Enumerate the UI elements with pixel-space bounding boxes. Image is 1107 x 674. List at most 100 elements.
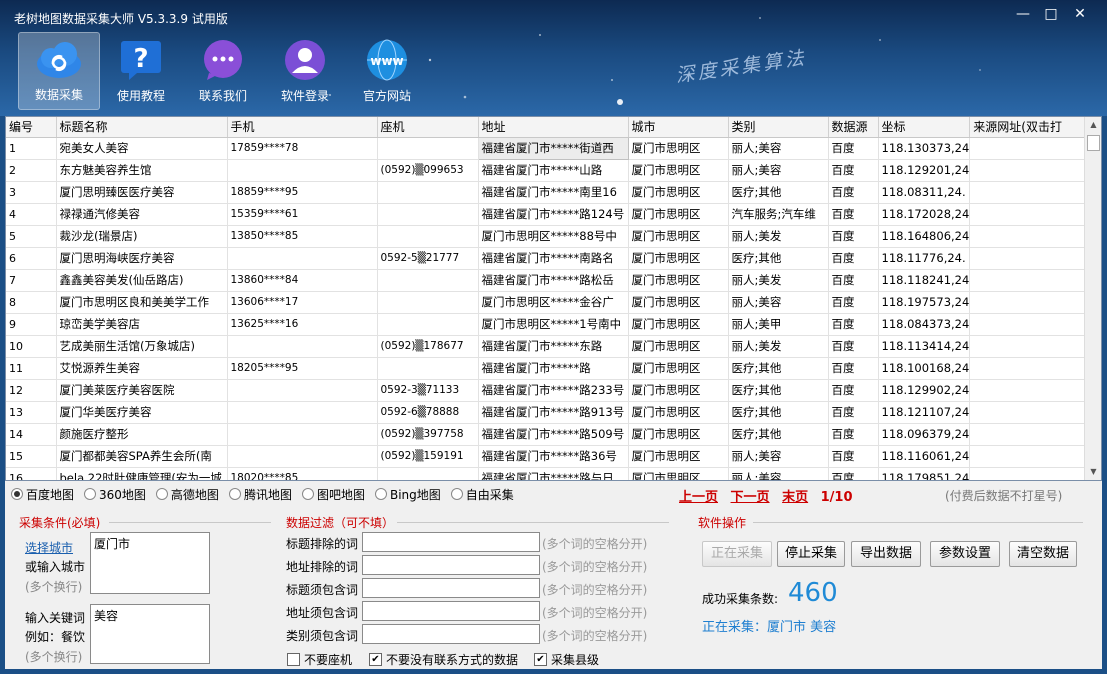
table-cell[interactable]: 15359****61 (227, 203, 378, 226)
filter-input[interactable] (362, 532, 540, 552)
table-cell[interactable]: bela 22时肚健康管理(安为一城 (56, 467, 228, 480)
table-cell[interactable]: 医疗;其他 (728, 357, 829, 380)
table-cell[interactable]: 福建省厦门市*****路松岳 (478, 269, 629, 292)
checkbox-icon[interactable] (287, 653, 300, 666)
table-cell[interactable]: 0592-5▒21777 (377, 247, 479, 270)
table-cell[interactable]: 厦门美莱医疗美容医院 (56, 379, 228, 402)
table-cell[interactable] (969, 203, 1099, 226)
table-cell[interactable]: 13625****16 (227, 313, 378, 336)
table-cell[interactable] (377, 291, 479, 314)
map-source-radio[interactable]: 360地图 (84, 486, 146, 503)
table-cell[interactable]: 13850****85 (227, 225, 378, 248)
table-cell[interactable]: 福建省厦门市*****路233号 (478, 379, 629, 402)
toolbar-item-data-collect[interactable]: 数据采集 (18, 32, 100, 110)
table-cell[interactable]: 丽人;美发 (728, 335, 829, 358)
table-cell[interactable]: 118.121107,24 (878, 401, 971, 424)
radio-dot-icon[interactable] (450, 488, 463, 500)
table-cell[interactable] (969, 291, 1099, 314)
toolbar-item-tutorial[interactable]: ? 使用教程 (100, 32, 182, 110)
table-cell[interactable]: (0592)▒099653 (377, 159, 479, 182)
table-cell[interactable]: 厦门市思明区 (628, 423, 729, 446)
table-cell[interactable]: 丽人;美容 (728, 291, 829, 314)
table-cell[interactable]: 百度 (828, 313, 879, 336)
map-source-radio[interactable]: 高德地图 (155, 486, 219, 503)
table-cell[interactable]: 118.129201,24 (878, 159, 971, 182)
table-cell[interactable]: 0592-3▒71133 (377, 379, 479, 402)
stop-collect-button[interactable]: 停止采集 (777, 541, 845, 567)
table-cell[interactable] (227, 159, 378, 182)
table-cell[interactable]: 118.100168,24 (878, 357, 971, 380)
toolbar-item-login[interactable]: 软件登录 (264, 32, 346, 110)
radio-dot-icon[interactable] (228, 488, 241, 500)
minimize-button[interactable]: — (1010, 4, 1036, 24)
table-cell[interactable]: 10 (6, 335, 57, 358)
radio-dot-icon[interactable] (374, 488, 387, 500)
table-cell[interactable]: 厦门市思明区良和美美学工作 (56, 291, 228, 314)
export-data-button[interactable]: 导出数据 (851, 541, 921, 567)
table-cell[interactable]: 厦门思明臻医医疗美容 (56, 181, 228, 204)
toolbar-item-contact[interactable]: 联系我们 (182, 32, 264, 110)
table-cell[interactable]: 百度 (828, 423, 879, 446)
table-cell[interactable]: 118.179851,24 (878, 467, 971, 480)
map-source-radio[interactable]: 图吧地图 (301, 486, 365, 503)
col-header[interactable]: 来源网址(双击打 (969, 117, 1099, 138)
table-cell[interactable]: 福建省厦门市*****路与日 (478, 467, 629, 480)
table-cell[interactable]: 福建省厦门市*****路 (478, 357, 629, 380)
table-cell[interactable] (377, 203, 479, 226)
table-cell[interactable] (969, 379, 1099, 402)
table-cell[interactable]: 13606****17 (227, 291, 378, 314)
scroll-up-icon[interactable]: ▲ (1085, 117, 1101, 133)
table-cell[interactable]: 118.172028,24 (878, 203, 971, 226)
table-cell[interactable]: 百度 (828, 225, 879, 248)
table-cell[interactable]: 琼峦美学美容店 (56, 313, 228, 336)
table-cell[interactable]: 丽人;美发 (728, 269, 829, 292)
table-cell[interactable]: 4 (6, 203, 57, 226)
table-cell[interactable] (377, 181, 479, 204)
radio-dot-icon[interactable] (301, 488, 314, 500)
table-cell[interactable]: 118.129902,24 (878, 379, 971, 402)
table-cell[interactable]: 厦门市思明区 (628, 203, 729, 226)
table-cell[interactable] (377, 313, 479, 336)
map-source-radio[interactable]: 自由采集 (450, 486, 514, 503)
table-cell[interactable]: 医疗;其他 (728, 247, 829, 270)
table-row[interactable]: 7 鑫鑫美容美发(仙岳路店) 13860****84 福建省厦门市*****路松岳 厦门… (6, 269, 1099, 292)
table-cell[interactable]: 7 (6, 269, 57, 292)
table-cell[interactable]: 鑫鑫美容美发(仙岳路店) (56, 269, 228, 292)
table-cell[interactable]: 百度 (828, 181, 879, 204)
table-cell[interactable] (377, 269, 479, 292)
col-header[interactable]: 数据源 (828, 117, 879, 138)
map-source-radio[interactable]: 腾讯地图 (228, 486, 292, 503)
table-cell[interactable] (969, 247, 1099, 270)
table-cell[interactable]: 厦门市思明区 (628, 159, 729, 182)
table-cell[interactable]: 1 (6, 137, 57, 160)
table-cell[interactable] (377, 357, 479, 380)
radio-dot-icon[interactable] (84, 488, 97, 500)
table-cell[interactable]: 厦门市思明区 (628, 379, 729, 402)
table-cell[interactable] (227, 401, 378, 424)
table-cell[interactable]: 118.11776,24. (878, 247, 971, 270)
last-page-link[interactable]: 末页 (782, 490, 808, 505)
table-cell[interactable]: 百度 (828, 335, 879, 358)
table-cell[interactable]: 丽人;美容 (728, 137, 829, 160)
table-cell[interactable]: 丽人;美甲 (728, 313, 829, 336)
table-cell[interactable] (969, 357, 1099, 380)
map-source-radio[interactable]: Bing地图 (374, 486, 441, 503)
table-cell[interactable]: 18859****95 (227, 181, 378, 204)
table-cell[interactable]: 医疗;其他 (728, 401, 829, 424)
table-cell[interactable]: 福建省厦门市*****东路 (478, 335, 629, 358)
table-cell[interactable]: 颜施医疗整形 (56, 423, 228, 446)
filter-checkbox[interactable]: ✔ 采集县级 (534, 651, 599, 668)
table-cell[interactable]: 百度 (828, 159, 879, 182)
table-cell[interactable]: 0592-6▒78888 (377, 401, 479, 424)
table-cell[interactable]: 丽人;美发 (728, 225, 829, 248)
table-row[interactable]: 11 艾悦源养生美容 18205****95 福建省厦门市*****路 厦门市思明区 医疗… (6, 357, 1099, 380)
table-cell[interactable]: 百度 (828, 291, 879, 314)
table-cell[interactable]: 艺成美丽生活馆(万象城店) (56, 335, 228, 358)
table-cell[interactable]: 18205****95 (227, 357, 378, 380)
table-cell[interactable]: 厦门华美医疗美容 (56, 401, 228, 424)
table-cell[interactable]: 医疗;其他 (728, 379, 829, 402)
settings-button[interactable]: 参数设置 (930, 541, 1000, 567)
table-cell[interactable]: 厦门市思明区 (628, 291, 729, 314)
table-cell[interactable]: 118.197573,24 (878, 291, 971, 314)
table-cell[interactable]: 13 (6, 401, 57, 424)
